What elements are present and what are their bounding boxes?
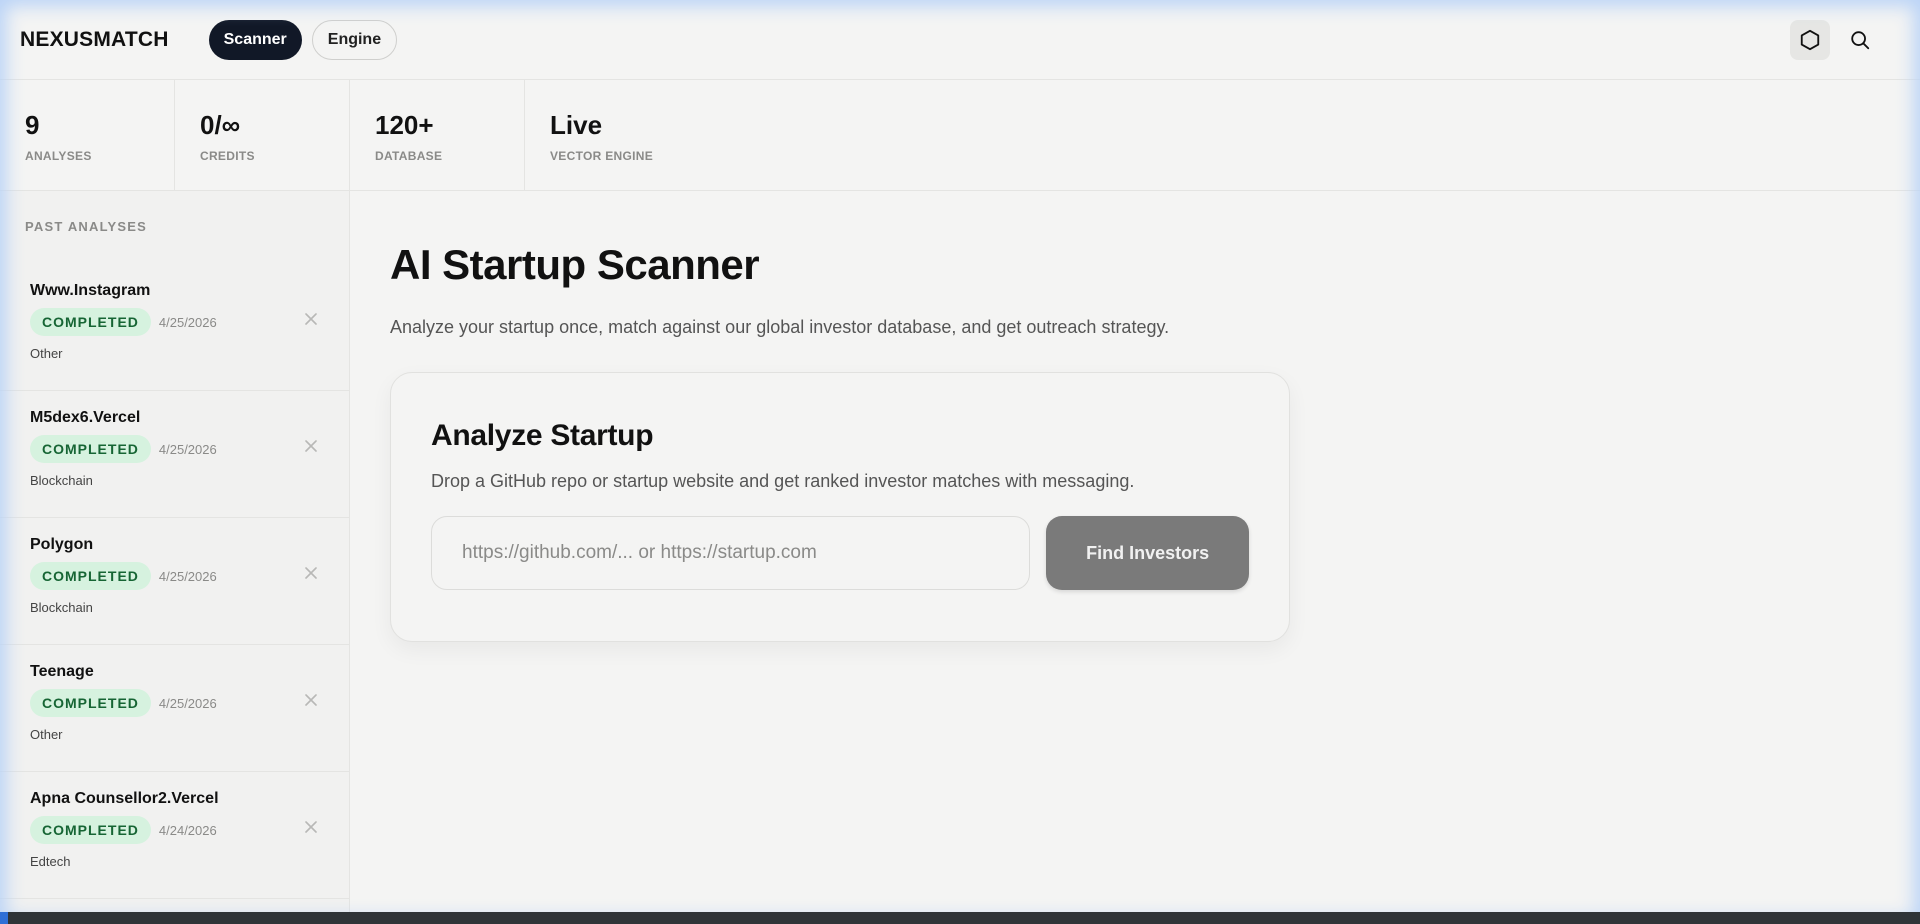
brand-logo[interactable]: NEXUSMATCH [20,28,169,52]
taskbar [0,912,1920,924]
stat-label: ANALYSES [25,149,92,163]
close-icon [305,440,317,452]
status-badge: COMPLETED [30,816,151,844]
delete-button[interactable] [303,311,319,327]
close-icon [305,694,317,706]
find-investors-button[interactable]: Find Investors [1046,516,1249,590]
hexagon-icon [1800,29,1820,50]
main-panel: AI Startup Scanner Analyze your startup … [350,191,1920,924]
hexagon-button[interactable] [1790,19,1830,60]
stat-database: 120+ DATABASE [350,80,525,190]
list-item[interactable]: Www.Instagram COMPLETED 4/25/2026 Other [0,264,349,391]
delete-button[interactable] [303,692,319,708]
card-subtitle: Drop a GitHub repo or startup website an… [431,471,1135,491]
status-badge: COMPLETED [30,435,151,463]
delete-button[interactable] [303,565,319,581]
stat-credits: 0/∞ CREDITS [175,80,350,190]
item-name: Apna Counsellor2.Vercel [30,790,219,807]
list-item[interactable]: Apna Counsellor2.Vercel COMPLETED 4/24/2… [0,772,349,899]
item-date: 4/25/2026 [158,314,217,330]
taskbar-accent [0,912,8,924]
status-badge: COMPLETED [30,562,151,590]
item-name: Polygon [30,536,94,553]
top-bar: NEXUSMATCH Scanner Engine [0,0,1920,80]
top-icons [1790,19,1880,60]
item-meta: COMPLETED 4/25/2026 [30,689,319,717]
item-meta: COMPLETED 4/25/2026 [30,435,319,463]
stat-label: VECTOR ENGINE [550,149,654,163]
stat-value: 120+ [375,110,434,140]
item-name: Www.Instagram [30,282,151,299]
stat-value: 9 [25,110,40,140]
stats-row: 9 ANALYSES 0/∞ CREDITS 120+ DATABASE Liv… [0,80,1920,191]
item-category: Other [30,727,63,742]
item-meta: COMPLETED 4/25/2026 [30,562,319,590]
tab-scanner[interactable]: Scanner [208,19,302,60]
stat-value: 0/∞ [200,110,241,140]
close-icon [305,821,317,833]
item-date: 4/25/2026 [158,441,217,457]
delete-button[interactable] [303,438,319,454]
content-area: PAST ANALYSES Www.Instagram COMPLETED 4/… [0,191,1920,924]
analyze-card: Analyze Startup Drop a GitHub repo or st… [390,372,1290,642]
item-meta: COMPLETED 4/25/2026 [30,308,319,336]
analyze-form: Find Investors [431,516,1249,590]
item-meta: COMPLETED 4/24/2026 [30,816,319,844]
url-input[interactable] [431,516,1031,590]
item-category: Blockchain [30,473,93,488]
stat-analyses: 9 ANALYSES [0,80,175,190]
search-icon [1851,30,1870,49]
page-title: AI Startup Scanner [390,241,760,288]
item-name: M5dex6.Vercel [30,409,141,426]
sidebar-title: PAST ANALYSES [25,219,148,234]
delete-button[interactable] [303,819,319,835]
close-icon [305,313,317,325]
item-name: Teenage [30,663,94,680]
item-date: 4/25/2026 [158,695,217,711]
item-category: Other [30,346,63,361]
card-title: Analyze Startup [431,419,654,452]
stat-vector-engine: Live VECTOR ENGINE [525,80,700,190]
stat-label: DATABASE [375,149,443,163]
status-badge: COMPLETED [30,689,151,717]
list-item[interactable]: Polygon COMPLETED 4/25/2026 Blockchain [0,518,349,645]
item-date: 4/25/2026 [158,568,217,584]
tab-engine[interactable]: Engine [311,19,398,60]
past-analyses-sidebar: PAST ANALYSES Www.Instagram COMPLETED 4/… [0,191,350,924]
item-category: Blockchain [30,600,93,615]
page-subtitle: Analyze your startup once, match against… [390,317,1170,337]
search-button[interactable] [1840,20,1880,60]
close-icon [305,567,317,579]
list-item[interactable]: Teenage COMPLETED 4/25/2026 Other [0,645,349,772]
item-date: 4/24/2026 [158,822,217,838]
stat-label: CREDITS [200,149,255,163]
stat-value: Live [550,110,603,140]
list-item[interactable]: M5dex6.Vercel COMPLETED 4/25/2026 Blockc… [0,391,349,518]
item-category: Edtech [30,854,71,869]
status-badge: COMPLETED [30,308,151,336]
